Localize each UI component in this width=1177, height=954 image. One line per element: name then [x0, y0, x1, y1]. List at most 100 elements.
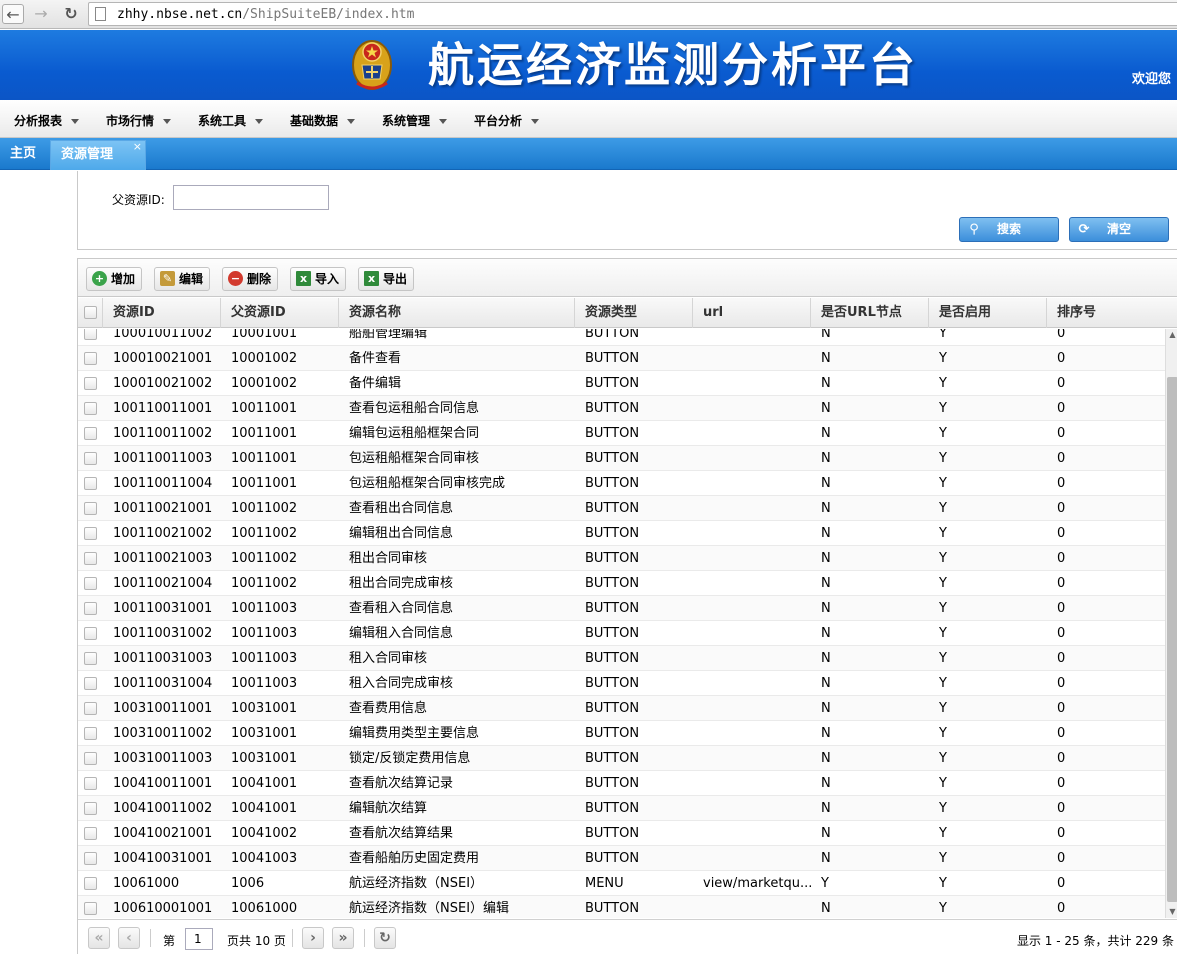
table-row[interactable]: 100110011004 10011001 包运租船框架合同审核完成 BUTTON N Y… [78, 471, 1165, 496]
table-row[interactable]: 100310011001 10031001 查看费用信息 BUTTON N Y 0 [78, 696, 1165, 721]
table-row[interactable]: 100110021001 10011002 查看租出合同信息 BUTTON N Y 0 [78, 496, 1165, 521]
table-row[interactable]: 100110021003 10011002 租出合同审核 BUTTON N Y 0 [78, 546, 1165, 571]
cell-parent-id: 10011001 [231, 451, 298, 466]
col-is-url-node[interactable]: 是否URL节点 [811, 298, 929, 328]
vertical-scrollbar[interactable]: ▲ ▼ [1165, 329, 1177, 918]
cell-resource-name: 租入合同完成审核 [349, 676, 454, 691]
forward-arrow-icon[interactable]: → [30, 4, 52, 24]
next-page-icon[interactable]: › [302, 927, 324, 949]
row-checkbox[interactable] [84, 852, 97, 865]
first-page-icon[interactable]: « [88, 927, 110, 949]
address-bar[interactable]: zhhy.nbse.net.cn/ShipSuiteEB/index.htm [88, 2, 1177, 26]
table-row[interactable]: 100110031003 10011003 租入合同审核 BUTTON N Y 0 [78, 646, 1165, 671]
col-parent-id[interactable]: 父资源ID [221, 298, 339, 328]
table-row[interactable]: 100410031001 10041003 查看船舶历史固定费用 BUTTON N Y 0 [78, 846, 1165, 871]
row-checkbox[interactable] [84, 402, 97, 415]
table-row[interactable]: 100410011002 10041001 编辑航次结算 BUTTON N Y 0 [78, 796, 1165, 821]
table-row[interactable]: 100110011002 10011001 编辑包运租船框架合同 BUTTON N Y 0 [78, 421, 1165, 446]
row-checkbox[interactable] [84, 452, 97, 465]
col-url[interactable]: url [693, 298, 811, 328]
table-row[interactable]: 100010021002 10001002 备件编辑 BUTTON N Y 0 [78, 371, 1165, 396]
add-button[interactable]: + 增加 [86, 267, 143, 291]
row-checkbox[interactable] [84, 352, 97, 365]
row-checkbox[interactable] [84, 777, 97, 790]
tab-resource-management[interactable]: 资源管理 × [50, 140, 146, 170]
table-row[interactable]: 100310011003 10031001 锁定/反锁定费用信息 BUTTON N Y 0 [78, 746, 1165, 771]
table-row[interactable]: 100110011001 10011001 查看包运租船合同信息 BUTTON N Y 0 [78, 396, 1165, 421]
row-checkbox[interactable] [84, 727, 97, 740]
scroll-down-arrow-icon[interactable]: ▼ [1166, 906, 1177, 918]
row-checkbox[interactable] [84, 602, 97, 615]
page-number-input[interactable]: 1 [185, 928, 213, 950]
last-page-icon[interactable]: » [332, 927, 354, 949]
menu-platform-analysis[interactable]: 平台分析 [474, 112, 540, 129]
col-resource-id[interactable]: 资源ID [103, 298, 221, 328]
row-checkbox[interactable] [84, 427, 97, 440]
cell-sort-order: 0 [1057, 876, 1066, 891]
table-row[interactable]: 100610001001 10061000 航运经济指数（NSEI）编辑 BUTTON… [78, 896, 1165, 918]
table-row[interactable]: 100410011001 10041001 查看航次结算记录 BUTTON N Y 0 [78, 771, 1165, 796]
cell-url [693, 896, 811, 918]
table-row[interactable]: 100110011003 10011001 包运租船框架合同审核 BUTTON N Y 0 [78, 446, 1165, 471]
table-row[interactable]: 100110031001 10011003 查看租入合同信息 BUTTON N Y 0 [78, 596, 1165, 621]
reload-icon[interactable]: ↻ [60, 4, 82, 24]
menu-market[interactable]: 市场行情 [106, 112, 172, 129]
tab-home[interactable]: 主页 [0, 140, 46, 170]
scroll-up-arrow-icon[interactable]: ▲ [1166, 329, 1177, 341]
row-checkbox[interactable] [84, 902, 97, 915]
table-row[interactable]: 10061000 1006 航运经济指数（NSEI） MENU view/marketq… [78, 871, 1165, 896]
search-button[interactable]: ⚲ 搜索 [959, 217, 1059, 242]
table-row[interactable]: 100310011002 10031001 编辑费用类型主要信息 BUTTON N Y 0 [78, 721, 1165, 746]
row-checkbox[interactable] [84, 677, 97, 690]
col-enabled[interactable]: 是否启用 [929, 298, 1047, 328]
table-row[interactable]: 100410021001 10041002 查看航次结算结果 BUTTON N Y 0 [78, 821, 1165, 846]
refresh-icon[interactable]: ↻ [374, 927, 396, 949]
col-resource-type[interactable]: 资源类型 [575, 298, 693, 328]
edit-button[interactable]: ✎ 编辑 [154, 267, 211, 291]
menu-system-admin[interactable]: 系统管理 [382, 112, 448, 129]
cell-is-url-node: N [821, 776, 831, 791]
export-button[interactable]: x 导出 [358, 267, 415, 291]
row-checkbox[interactable] [84, 652, 97, 665]
table-row[interactable]: 100010021001 10001002 备件查看 BUTTON N Y 0 [78, 346, 1165, 371]
pagination-bar: « ‹ 第 1 页共 10 页 › » ↻ 显示 1 - 25 条，共计 229… [78, 919, 1177, 954]
row-checkbox[interactable] [84, 502, 97, 515]
cell-resource-type: BUTTON [585, 701, 640, 716]
search-button-label: 搜索 [996, 222, 1021, 236]
table-row[interactable]: 100110021002 10011002 编辑租出合同信息 BUTTON N Y 0 [78, 521, 1165, 546]
row-checkbox[interactable] [84, 702, 97, 715]
parent-id-input[interactable] [173, 185, 329, 210]
menu-system-tools[interactable]: 系统工具 [198, 112, 264, 129]
table-row[interactable]: 100110031004 10011003 租入合同完成审核 BUTTON N Y 0 [78, 671, 1165, 696]
row-checkbox[interactable] [84, 752, 97, 765]
row-checkbox[interactable] [84, 577, 97, 590]
row-checkbox[interactable] [84, 477, 97, 490]
menu-base-data[interactable]: 基础数据 [290, 112, 356, 129]
scrollbar-thumb[interactable] [1167, 377, 1177, 902]
select-all-checkbox[interactable] [84, 306, 97, 319]
table-row[interactable]: 100010011002 10001001 船舶管理编辑 BUTTON N Y 0 [78, 329, 1165, 346]
table-row[interactable]: 100110031002 10011003 编辑租入合同信息 BUTTON N Y 0 [78, 621, 1165, 646]
col-resource-name[interactable]: 资源名称 [339, 298, 575, 328]
row-checkbox[interactable] [84, 329, 97, 340]
row-checkbox[interactable] [84, 827, 97, 840]
row-checkbox[interactable] [84, 877, 97, 890]
row-checkbox[interactable] [84, 377, 97, 390]
back-arrow-icon[interactable]: ← [2, 4, 24, 24]
row-checkbox[interactable] [84, 552, 97, 565]
page-icon [95, 7, 106, 21]
cell-resource-name: 查看航次结算结果 [349, 826, 454, 841]
close-icon[interactable]: × [133, 133, 142, 161]
menu-analysis-reports[interactable]: 分析报表 [14, 112, 80, 129]
col-sort-order[interactable]: 排序号 [1047, 298, 1177, 328]
prev-page-icon[interactable]: ‹ [118, 927, 140, 949]
row-checkbox[interactable] [84, 527, 97, 540]
table-row[interactable]: 100110021004 10011002 租出合同完成审核 BUTTON N Y 0 [78, 571, 1165, 596]
row-checkbox[interactable] [84, 627, 97, 640]
clear-button[interactable]: ⟳ 清空 [1069, 217, 1169, 242]
row-checkbox[interactable] [84, 802, 97, 815]
resource-grid: + 增加 ✎ 编辑 − 删除 x 导入 x 导出 资源ID 父资源ID 资源名称 资源类型… [77, 258, 1177, 954]
delete-button[interactable]: − 删除 [222, 267, 279, 291]
cell-resource-type: BUTTON [585, 451, 640, 466]
import-button[interactable]: x 导入 [290, 267, 347, 291]
